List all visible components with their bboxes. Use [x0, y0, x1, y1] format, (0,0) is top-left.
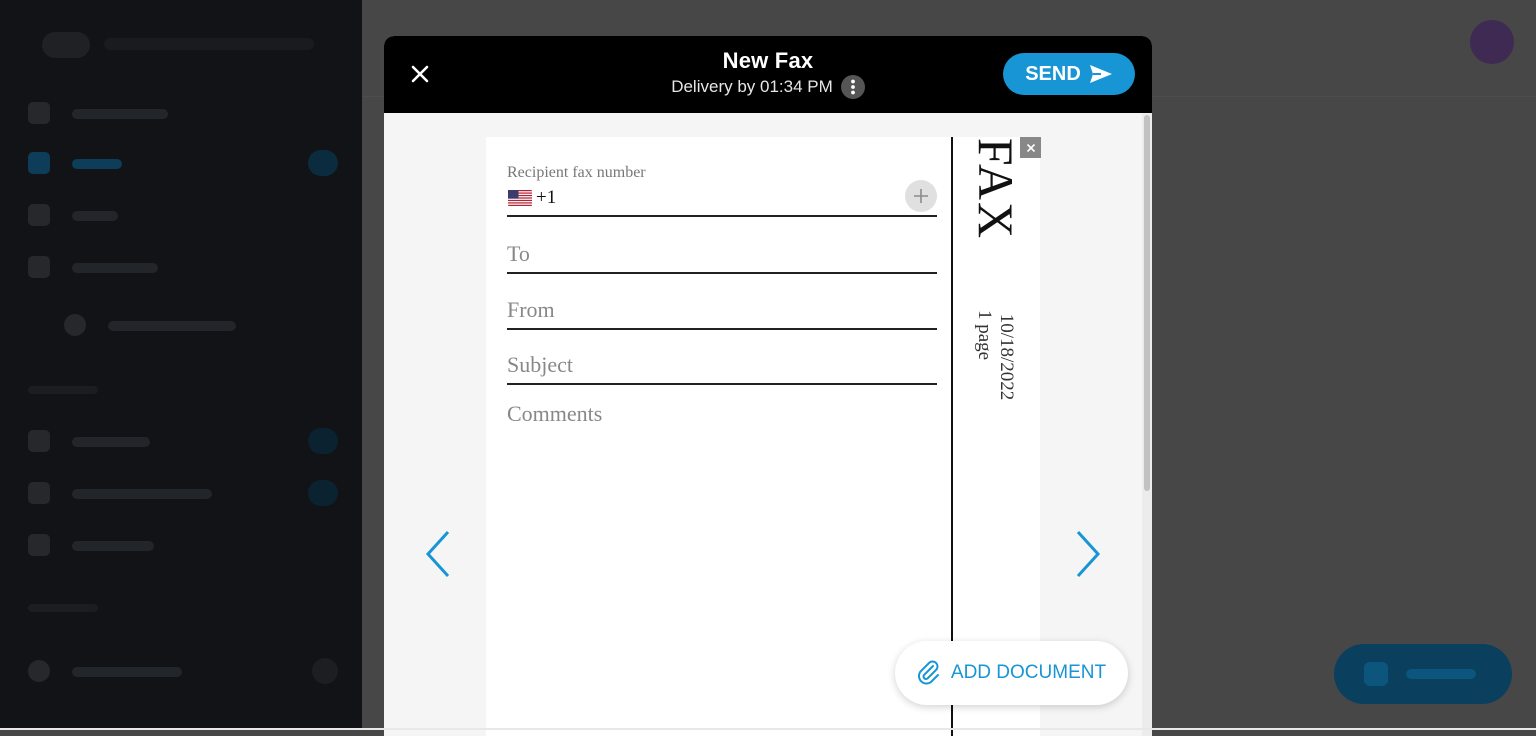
- new-fax-modal: New Fax Delivery by 01:34 PM SEND Recipi…: [384, 36, 1152, 736]
- background-logo-text: [104, 38, 314, 50]
- background-nav-subitem: [64, 312, 264, 340]
- country-code: +1: [536, 187, 557, 208]
- send-button[interactable]: SEND: [1003, 53, 1135, 95]
- plus-icon: [914, 189, 928, 203]
- background-nav-item: [28, 202, 338, 230]
- delivery-row: Delivery by 01:34 PM: [671, 75, 865, 99]
- cover-date: 10/18/2022: [996, 313, 1017, 401]
- background-section-label: [28, 386, 98, 394]
- modal-header: New Fax Delivery by 01:34 PM SEND: [384, 36, 1152, 113]
- add-document-button[interactable]: ADD DOCUMENT: [895, 641, 1128, 705]
- remove-page-button[interactable]: [1020, 137, 1041, 158]
- background-nav-item: [28, 254, 338, 282]
- chevron-right-icon: [1076, 530, 1101, 578]
- chevron-left-icon: [425, 530, 450, 578]
- send-label: SEND: [1025, 62, 1081, 85]
- subject-field[interactable]: [507, 347, 937, 385]
- background-nav-item: [28, 150, 338, 178]
- background-nav-item: [28, 480, 338, 508]
- delivery-options-button[interactable]: [840, 75, 865, 99]
- paperclip-icon: [917, 660, 939, 685]
- delivery-time: Delivery by 01:34 PM: [671, 77, 833, 96]
- send-arrow-icon: [1089, 65, 1112, 83]
- recipient-fax-number-field[interactable]: +1: [507, 180, 937, 217]
- close-icon: [1026, 143, 1035, 152]
- background-nav-item: [28, 428, 338, 456]
- background-avatar: [1470, 20, 1514, 64]
- add-document-label: ADD DOCUMENT: [950, 662, 1107, 683]
- background-nav-item: [28, 100, 338, 128]
- background-logo: [42, 32, 90, 58]
- background-nav-item: [28, 658, 338, 686]
- comments-field[interactable]: [507, 401, 937, 601]
- background-sidebar: [0, 0, 362, 730]
- cover-heading: FAX: [968, 137, 1024, 241]
- previous-page-button[interactable]: [420, 528, 456, 580]
- add-recipient-button[interactable]: [905, 180, 937, 212]
- us-flag-icon[interactable]: [508, 190, 532, 206]
- modal-scrollbar[interactable]: [1142, 113, 1152, 736]
- background-action-button: [1334, 644, 1512, 704]
- cover-page-count: 1 page: [974, 309, 995, 361]
- background-section-label: [28, 604, 98, 612]
- modal-scroll-thumb[interactable]: [1144, 115, 1150, 491]
- to-field[interactable]: [507, 236, 937, 274]
- more-vertical-icon: [850, 79, 855, 95]
- from-field[interactable]: [507, 292, 937, 330]
- background-nav-item: [28, 532, 338, 560]
- recipient-fax-label: Recipient fax number: [507, 164, 646, 181]
- next-page-button[interactable]: [1070, 528, 1106, 580]
